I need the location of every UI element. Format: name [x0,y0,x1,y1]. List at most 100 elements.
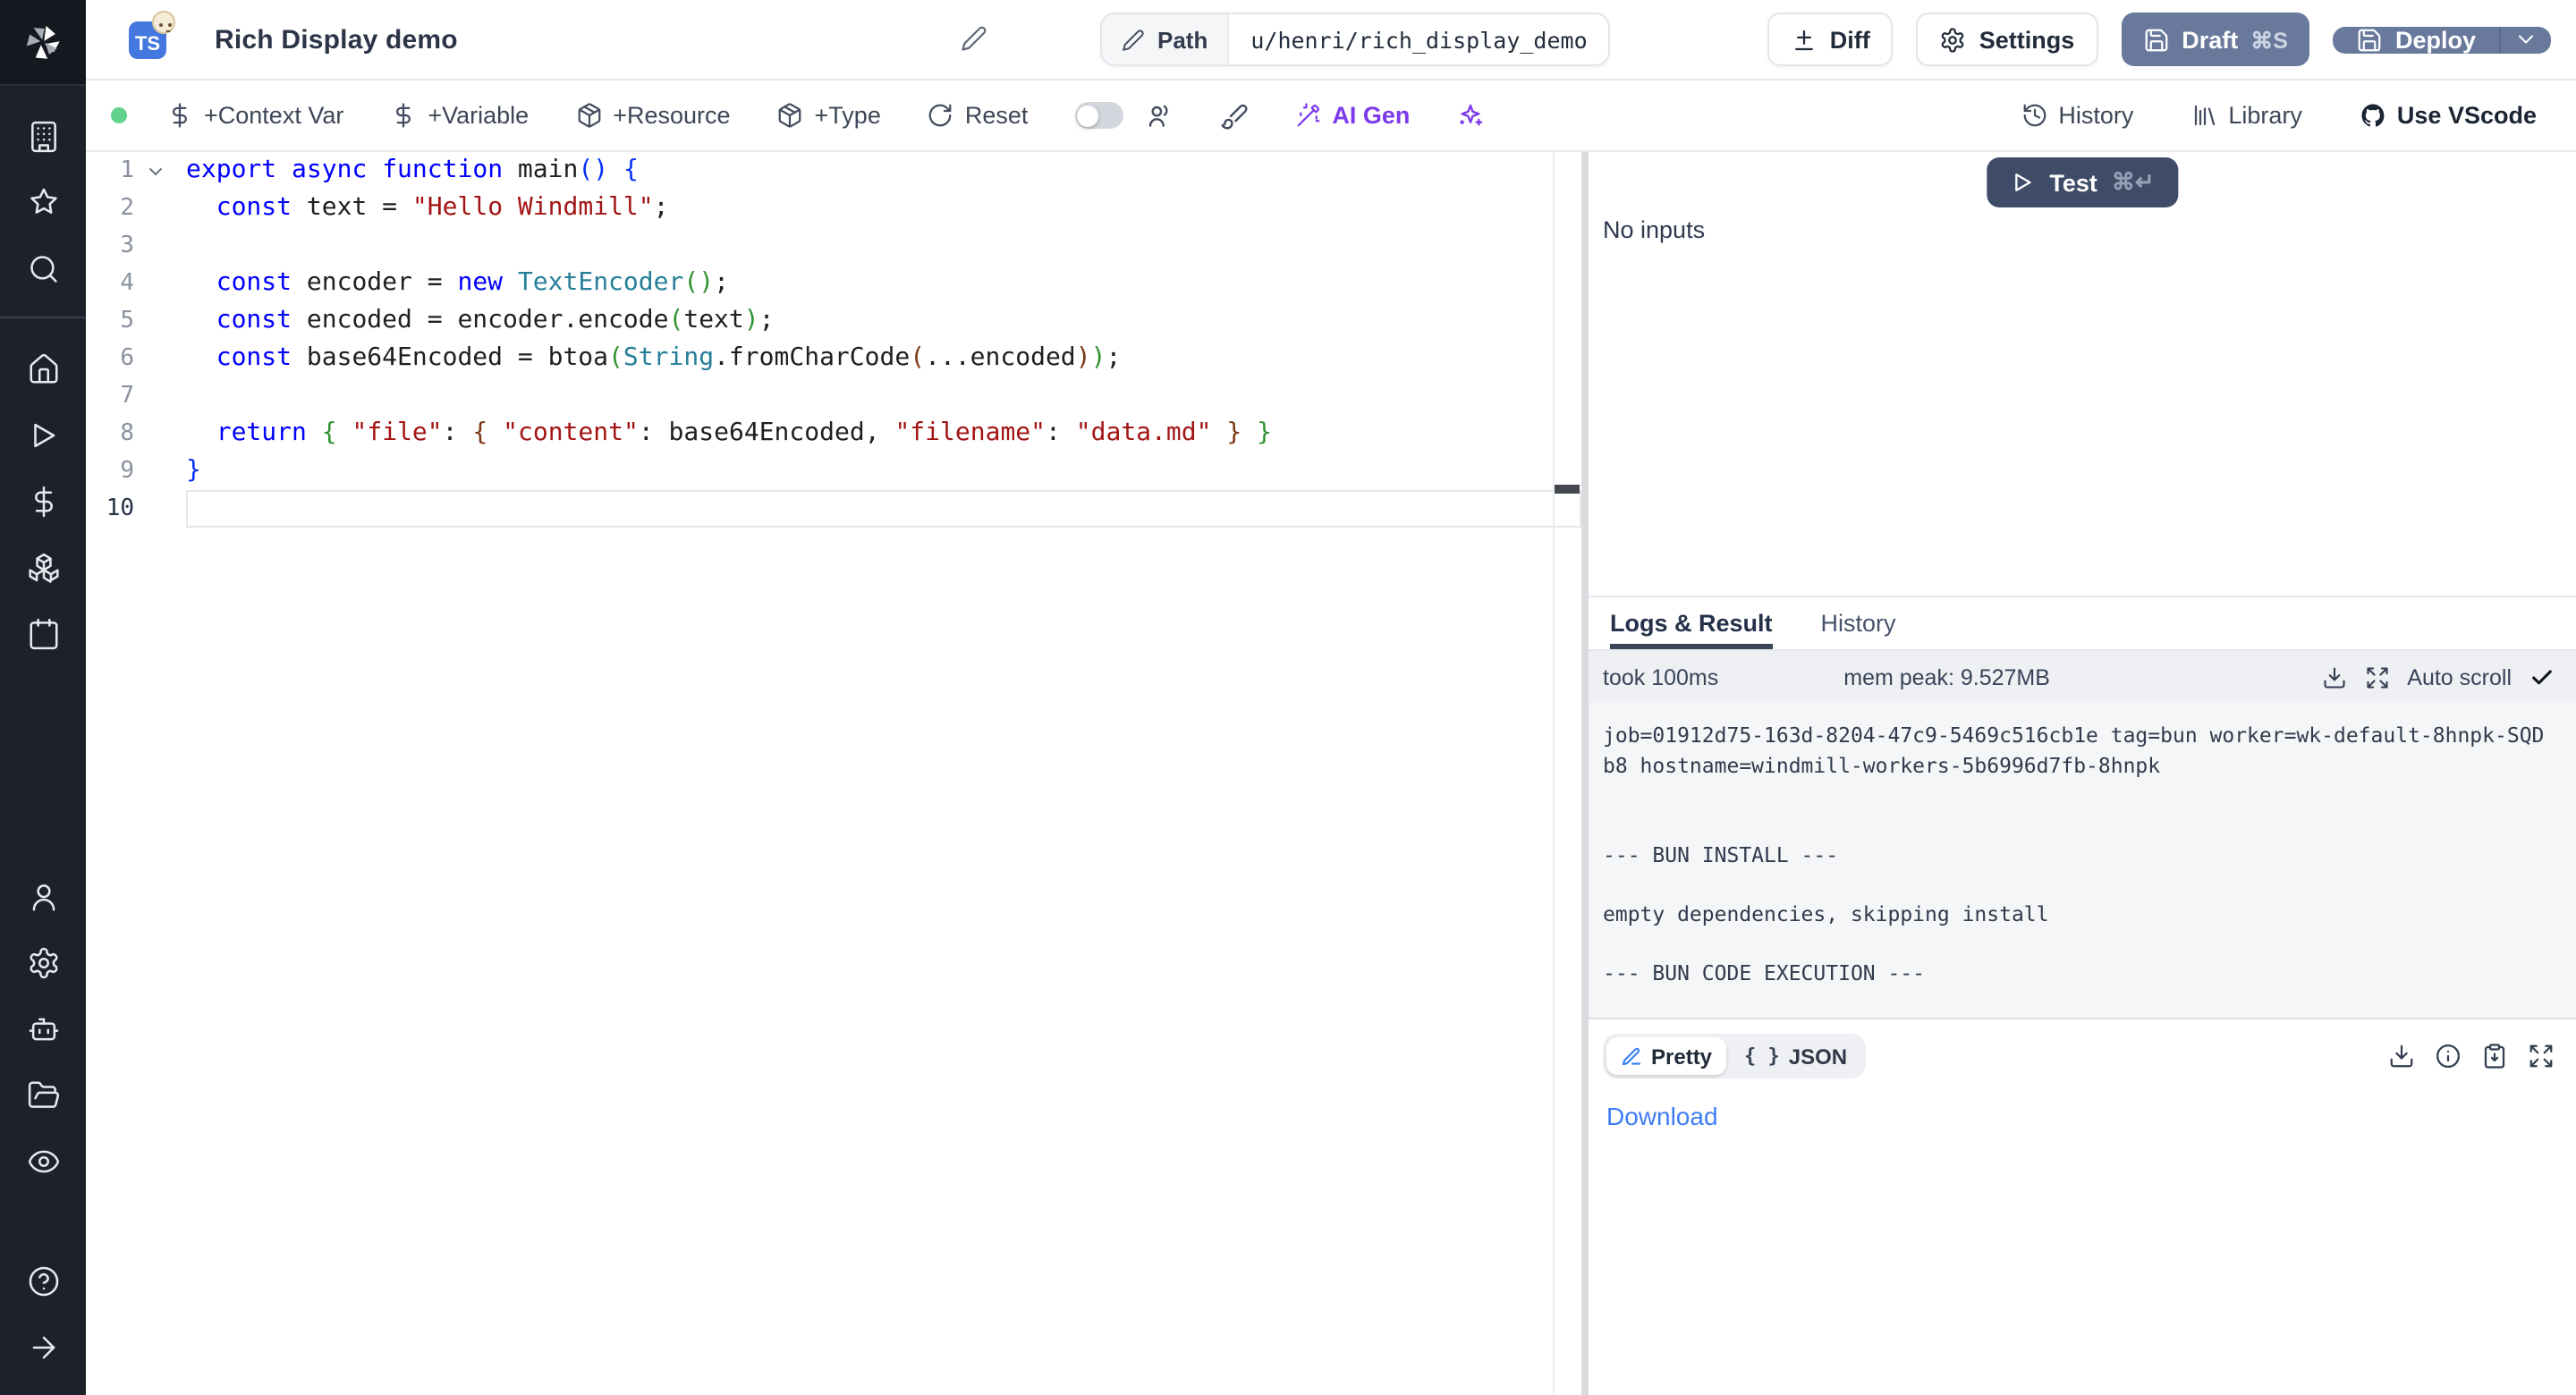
multiplayer-button[interactable] [1144,101,1173,130]
history-label: History [2058,102,2133,129]
dollar-icon [166,102,193,129]
code-line[interactable]: 4 const encoder = new TextEncoder(); [86,265,1581,302]
panel-resize-handle[interactable] [1581,152,1589,1395]
view-json-button[interactable]: { } JSON [1730,1037,1861,1075]
download-icon[interactable] [2388,1043,2415,1070]
code-line[interactable]: 7 [86,377,1581,415]
code-editor[interactable]: 1export async function main() {2 const t… [86,152,1581,1395]
package-icon [575,102,602,129]
sidebar-item-audit[interactable] [0,1129,86,1195]
sidebar-item-schedules[interactable] [0,601,86,667]
save-icon [2142,26,2169,53]
bun-runtime-icon [152,10,175,33]
language-badge-typescript[interactable]: TS [129,21,166,58]
info-icon[interactable] [2435,1043,2462,1070]
code-lines: 1export async function main() {2 const t… [86,152,1581,528]
sidebar-item-settings[interactable] [0,930,86,996]
sidebar-item-workers[interactable] [0,996,86,1062]
download-icon[interactable] [2321,664,2346,689]
deploy-button-label: Deploy [2395,26,2476,53]
use-vscode-button[interactable]: Use VScode [2360,102,2537,129]
editor-toolbar: +Context Var +Variable +Resource +Type R… [86,80,2576,152]
path-chip[interactable]: Path u/henri/rich_display_demo [1100,13,1611,66]
sidebar-item-variables[interactable] [0,469,86,535]
code-line[interactable]: 9} [86,452,1581,490]
wand-sparkles-icon [1294,102,1321,129]
windmill-logo[interactable] [0,0,86,86]
sidebar-item-home[interactable] [0,336,86,402]
expand-icon[interactable] [2364,664,2389,689]
sidebar-item-favorites[interactable] [0,170,86,236]
sidebar-item-resources[interactable] [0,535,86,601]
line-number: 3 [86,232,140,259]
connection-status-dot [111,107,127,123]
play-icon [2010,170,2035,195]
run-panel: Test ⌘↵ No inputs Logs & Result History … [1589,152,2576,1395]
expand-icon[interactable] [2528,1043,2555,1070]
test-button[interactable]: Test ⌘↵ [1987,157,2177,207]
collaboration-toggle[interactable] [1074,102,1123,129]
sidebar-item-folders[interactable] [0,1062,86,1129]
sidebar-item-users[interactable] [0,864,86,930]
check-icon[interactable] [2529,664,2555,689]
ai-sparkles-button[interactable] [1456,101,1485,130]
deploy-more-button[interactable] [2499,26,2551,53]
code-line[interactable]: 5 const encoded = encoder.encode(text); [86,302,1581,340]
code-line[interactable]: 6 const base64Encoded = btoa(String.from… [86,340,1581,377]
toolbar-right-group: History Library Use VScode [2021,102,2537,129]
editor-cursor-marker [1555,485,1580,494]
sidebar-expand-button[interactable] [0,1315,86,1381]
library-button[interactable]: Library [2190,102,2302,129]
line-number: 8 [86,420,140,447]
add-variable-label: +Variable [428,102,529,129]
dollar-icon [390,102,417,129]
sidebar-item-runs[interactable] [0,402,86,469]
deploy-button[interactable]: Deploy [2333,26,2499,53]
sidebar-item-help[interactable] [0,1248,86,1315]
code-line[interactable]: 1export async function main() { [86,152,1581,190]
result-actions [2388,1043,2555,1070]
sidebar [0,0,86,1395]
edit-summary-button[interactable] [961,25,987,52]
bot-icon [26,1012,60,1046]
sidebar-item-workspace[interactable] [0,104,86,170]
format-button[interactable] [1219,101,1248,130]
clipboard-copy-icon[interactable] [2481,1043,2508,1070]
tab-logs-result[interactable]: Logs & Result [1610,597,1773,649]
logs-text: job=01912d75-163d-8204-47c9-5469c516cb1e… [1603,721,2551,989]
user-icon [26,880,60,914]
add-variable-button[interactable]: +Variable [390,102,529,129]
eye-icon [26,1145,60,1179]
line-number: 1 [86,157,140,184]
path-value: u/henri/rich_display_demo [1229,14,1608,64]
braces-icon: { } [1744,1044,1780,1068]
sidebar-item-search[interactable] [0,236,86,302]
deploy-split-button: Deploy [2333,26,2551,53]
code-line[interactable]: 8 return { "file": { "content": base64En… [86,415,1581,452]
draft-button[interactable]: Draft ⌘S [2121,13,2309,66]
reset-button[interactable]: Reset [928,102,1029,129]
settings-button[interactable]: Settings [1917,13,2098,66]
fold-chevron-icon[interactable] [145,160,166,182]
code-line[interactable]: 3 [86,227,1581,265]
code-line-text: const text = "Hello Windmill"; [186,190,1581,227]
line-number: 6 [86,345,140,372]
code-line[interactable]: 10 [86,490,1581,528]
add-context-var-button[interactable]: +Context Var [166,102,343,129]
editor-overview-ruler [1553,152,1555,1395]
no-inputs-text: No inputs [1603,216,1705,243]
test-button-label: Test [2049,169,2097,196]
history-button[interactable]: History [2021,102,2133,129]
code-line[interactable]: 2 const text = "Hello Windmill"; [86,190,1581,227]
tab-history[interactable]: History [1821,597,1896,649]
gear-icon [1940,26,1967,53]
add-resource-button[interactable]: +Resource [575,102,730,129]
help-circle-icon [26,1264,60,1298]
result-download-link[interactable]: Download [1606,1102,1718,1130]
main-column: TS Rich Display demo Path u/henri/rich_d… [86,0,2576,1395]
add-type-button[interactable]: +Type [777,102,881,129]
diff-button[interactable]: Diff [1767,13,1894,66]
view-json-label: JSON [1789,1044,1847,1069]
ai-gen-button[interactable]: AI Gen [1294,102,1410,129]
view-pretty-button[interactable]: Pretty [1606,1037,1726,1075]
